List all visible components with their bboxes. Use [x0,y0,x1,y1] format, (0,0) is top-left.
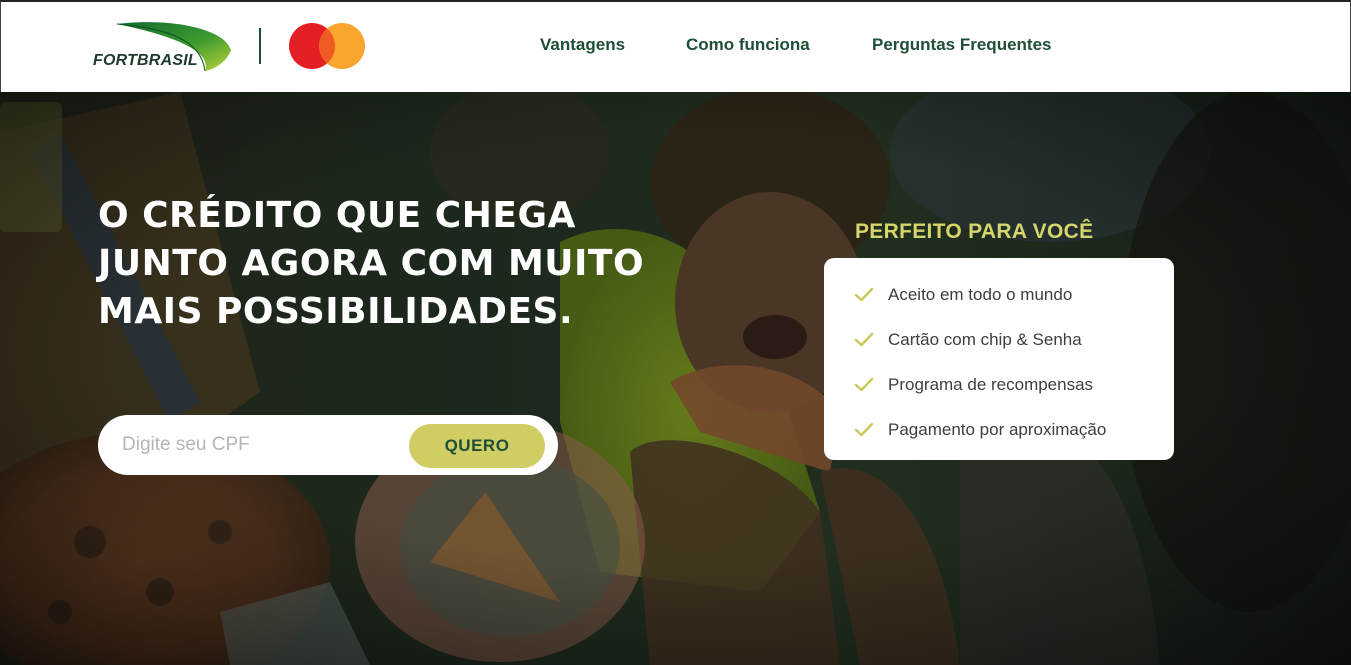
cpf-input[interactable] [120,427,400,463]
benefit-label: Pagamento por aproximação [888,419,1107,439]
check-icon [854,422,874,436]
benefit-item: Pagamento por aproximação [824,407,1174,452]
benefit-label: Programa de recompensas [888,374,1094,394]
check-icon [854,377,874,391]
main-nav: Vantagens Como funciona Perguntas Freque… [1,35,1350,59]
nav-como-funciona[interactable]: Como funciona [686,35,810,55]
benefits-title: PERFEITO PARA VOCÊ [855,220,1094,243]
nav-vantagens[interactable]: Vantagens [540,35,625,55]
benefit-item: Programa de recompensas [824,362,1174,407]
quero-button[interactable]: QUERO [409,424,545,468]
benefit-label: Aceito em todo o mundo [888,284,1073,304]
hero-headline: O CRÉDITO QUE CHEGA JUNTO AGORA COM MUIT… [98,195,645,332]
cpf-form: QUERO [98,415,558,475]
benefit-item: Cartão com chip & Senha [824,317,1174,362]
benefit-label: Cartão com chip & Senha [888,329,1082,349]
site-header: FORTBRASIL Vantagens Como funciona Pergu… [0,0,1351,92]
hero-section: O CRÉDITO QUE CHEGA JUNTO AGORA COM MUIT… [0,92,1351,665]
check-icon [854,287,874,301]
benefit-item: Aceito em todo o mundo [824,272,1174,317]
check-icon [854,332,874,346]
nav-perguntas-frequentes[interactable]: Perguntas Frequentes [872,35,1052,55]
benefits-card: Aceito em todo o mundo Cartão com chip &… [824,258,1174,460]
